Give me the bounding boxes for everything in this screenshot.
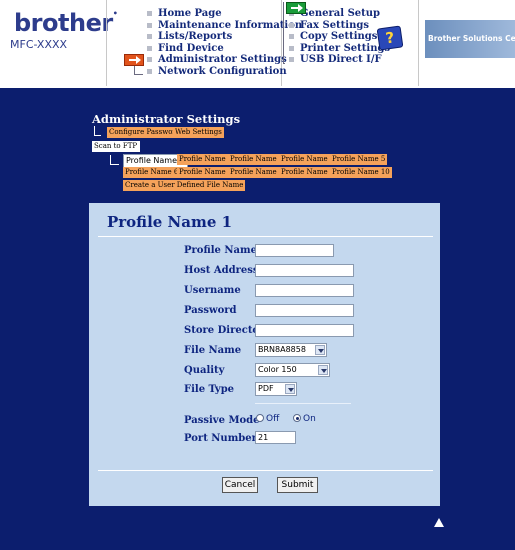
quality-value: Color 150: [258, 365, 297, 374]
nav-home-page[interactable]: Home Page: [147, 8, 302, 20]
nav-menu-settings: General Setup Fax Settings Copy Settings…: [289, 8, 390, 66]
chevron-down-icon[interactable]: [315, 345, 325, 355]
bullet-icon: [147, 68, 152, 74]
nav-network-configuration[interactable]: Network Configuration: [147, 66, 302, 78]
radio-off-icon: [256, 414, 264, 422]
quality-select[interactable]: Color 150: [255, 363, 330, 377]
tab-profile-name-3[interactable]: Profile Name 3: [228, 154, 286, 165]
passive-mode-label: Passive Mode: [184, 415, 260, 426]
divider: [255, 403, 351, 404]
tab-create-user-defined-file-name[interactable]: Create a User Defined File Name: [123, 180, 246, 191]
page-title: Administrator Settings: [92, 112, 241, 126]
password-input[interactable]: [255, 304, 354, 317]
submit-button[interactable]: Submit: [277, 477, 318, 493]
quality-label: Quality: [184, 365, 225, 376]
radio-on-icon: [293, 414, 301, 422]
port-number-input[interactable]: 21: [255, 431, 296, 444]
tab-profile-name-5[interactable]: Profile Name 5: [330, 154, 388, 165]
bullet-icon: [147, 22, 152, 28]
profile-name-label: Profile Name: [184, 245, 257, 256]
bullet-icon: [289, 22, 294, 28]
nav-lists-reports[interactable]: Lists/Reports: [147, 31, 302, 43]
port-number-label: Port Number: [184, 433, 257, 444]
nav-menu-main: Home Page Maintenance Information Lists/…: [147, 8, 302, 78]
bullet-icon: [289, 57, 294, 63]
tab-scan-to-ftp[interactable]: Scan to FTP: [92, 141, 140, 152]
radio-off-label: Off: [266, 414, 280, 424]
passive-mode-off-radio[interactable]: Off: [256, 414, 279, 424]
divider: [418, 0, 419, 86]
username-label: Username: [184, 285, 241, 296]
bullet-icon: [147, 11, 152, 16]
tab-profile-name-10[interactable]: Profile Name 10: [330, 167, 392, 178]
nav-printer-settings[interactable]: Printer Settings: [289, 43, 390, 55]
tab-profile-name-2[interactable]: Profile Name 2: [177, 154, 235, 165]
nav-fax-settings[interactable]: Fax Settings: [289, 20, 390, 32]
file-type-value: PDF: [258, 384, 274, 393]
tree-elbow: [283, 2, 285, 64]
chevron-down-icon[interactable]: [285, 384, 295, 394]
file-type-label: File Type: [184, 384, 235, 395]
tab-profile-name-6[interactable]: Profile Name 6: [123, 167, 181, 178]
divider: [106, 0, 107, 86]
tree-elbow: [134, 66, 143, 75]
tree-elbow: [94, 126, 101, 136]
file-name-label: File Name: [184, 345, 242, 356]
bullet-icon: [147, 45, 152, 51]
host-address-input[interactable]: [255, 264, 354, 277]
scroll-top-icon[interactable]: [434, 518, 444, 527]
nav-copy-settings[interactable]: Copy Settings: [289, 31, 390, 43]
tab-profile-name-4[interactable]: Profile Name 4: [279, 154, 337, 165]
nav-maintenance-information[interactable]: Maintenance Information: [147, 20, 302, 32]
form-title: Profile Name 1: [107, 213, 233, 231]
solutions-center-link[interactable]: Brother Solutions Center: [425, 20, 515, 58]
logo-text: brother: [14, 9, 113, 37]
section-arrow-icon: [286, 2, 306, 14]
cancel-button[interactable]: Cancel: [222, 477, 258, 493]
help-icon[interactable]: ?: [376, 25, 404, 51]
header: brother• MFC-XXXX Home Page Maintenance …: [0, 0, 515, 88]
brother-logo[interactable]: brother•: [14, 9, 118, 37]
store-directory-input[interactable]: [255, 324, 354, 337]
tab-web-settings[interactable]: Web Settings: [173, 127, 224, 138]
divider: [98, 470, 433, 471]
username-input[interactable]: [255, 284, 354, 297]
file-name-value: BRN8A8858: [258, 345, 306, 354]
host-address-label: Host Address: [184, 265, 259, 276]
bullet-icon: [289, 45, 294, 51]
profile-name-input[interactable]: [255, 244, 334, 257]
divider: [98, 236, 433, 237]
passive-mode-on-radio[interactable]: On: [293, 414, 316, 424]
tab-profile-name-7[interactable]: Profile Name 7: [177, 167, 235, 178]
chevron-down-icon[interactable]: [318, 365, 328, 375]
current-arrow-icon: [124, 54, 144, 66]
password-label: Password: [184, 305, 237, 316]
nav-usb-direct-if[interactable]: USB Direct I/F: [289, 54, 390, 66]
tab-profile-name-9[interactable]: Profile Name 9: [279, 167, 337, 178]
tree-elbow: [110, 155, 119, 165]
file-name-select[interactable]: BRN8A8858: [255, 343, 327, 357]
bullet-icon: [289, 34, 294, 40]
model-name: MFC-XXXX: [10, 38, 68, 51]
nav-administrator-settings[interactable]: Administrator Settings: [147, 54, 302, 66]
file-type-select[interactable]: PDF: [255, 382, 297, 396]
nav-find-device[interactable]: Find Device: [147, 43, 302, 55]
tab-configure-password[interactable]: Configure Password: [107, 127, 183, 138]
tab-profile-name-8[interactable]: Profile Name 8: [228, 167, 286, 178]
bullet-icon: [147, 34, 152, 40]
radio-on-label: On: [303, 414, 316, 424]
bullet-icon: [147, 57, 152, 63]
